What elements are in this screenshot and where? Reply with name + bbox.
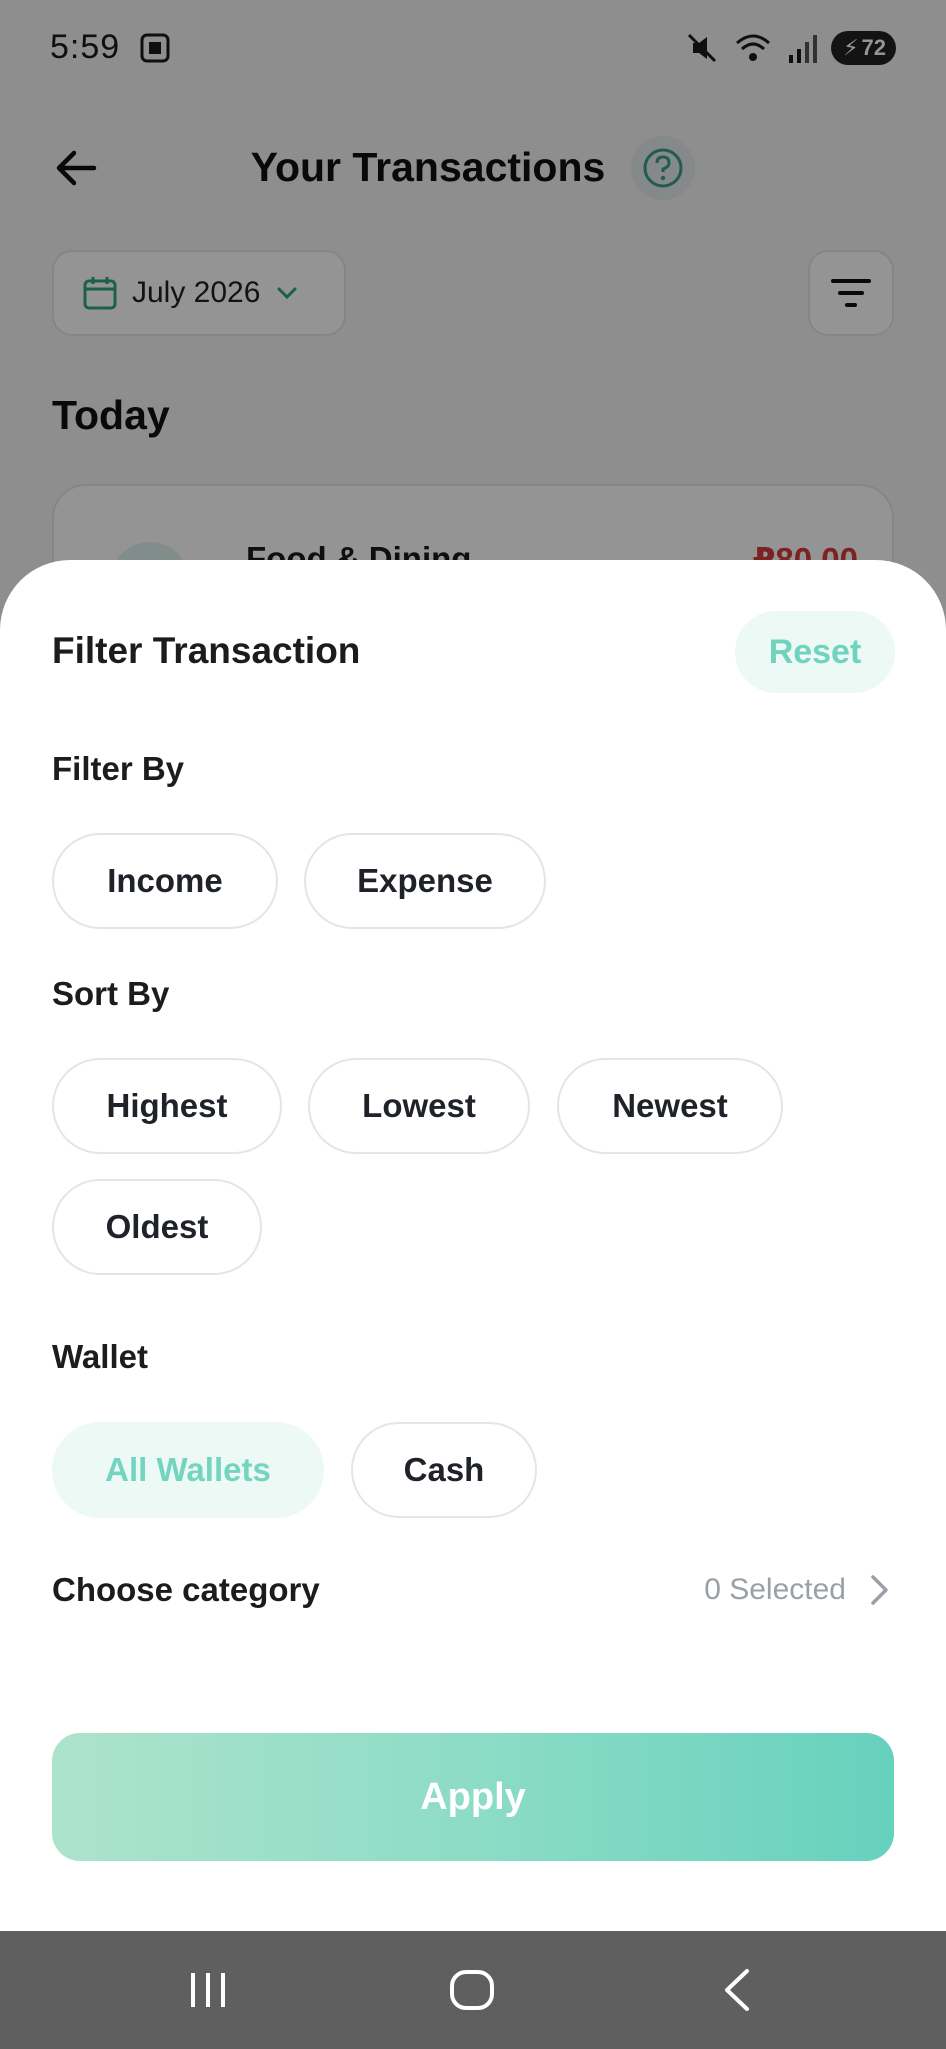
- back-nav-icon[interactable]: [713, 1965, 763, 2015]
- chevron-right-icon: [871, 1575, 888, 1605]
- sort-chip-lowest[interactable]: Lowest: [308, 1058, 530, 1154]
- choose-category-row[interactable]: Choose category 0 Selected: [52, 1560, 894, 1620]
- system-nav-bar: [0, 1931, 946, 2049]
- sheet-title: Filter Transaction: [52, 630, 361, 671]
- wallet-label: Wallet: [52, 1338, 148, 1375]
- reset-button[interactable]: Reset: [735, 611, 895, 693]
- wallet-chip-all-wallets[interactable]: All Wallets: [52, 1422, 324, 1518]
- sort-by-label: Sort By: [52, 975, 170, 1012]
- sort-chip-oldest[interactable]: Oldest: [52, 1179, 262, 1275]
- filter-by-label: Filter By: [52, 750, 185, 787]
- filter-chip-income[interactable]: Income: [52, 833, 278, 929]
- home-icon[interactable]: [447, 1965, 497, 2015]
- sort-chip-newest[interactable]: Newest: [557, 1058, 783, 1154]
- category-selected-count: 0 Selected: [704, 1573, 846, 1606]
- recent-apps-icon[interactable]: [183, 1965, 233, 2015]
- apply-button[interactable]: Apply: [52, 1733, 894, 1861]
- wallet-chip-cash[interactable]: Cash: [351, 1422, 537, 1518]
- sort-chip-highest[interactable]: Highest: [52, 1058, 282, 1154]
- filter-sheet: Filter Transaction Reset Filter By Incom…: [0, 560, 946, 1931]
- filter-chip-expense[interactable]: Expense: [304, 833, 546, 929]
- choose-category-label: Choose category: [52, 1571, 320, 1608]
